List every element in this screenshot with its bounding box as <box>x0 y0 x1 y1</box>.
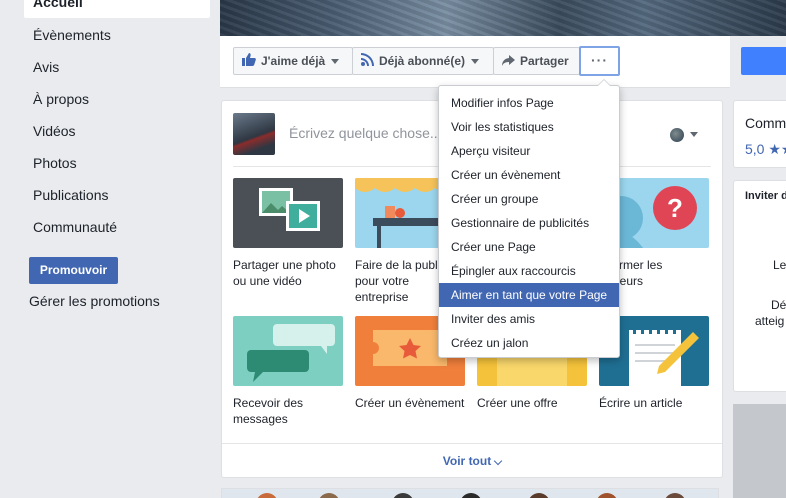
composer-input[interactable]: Écrivez quelque chose... <box>289 125 442 141</box>
like-label: J'aime déjà <box>261 54 326 68</box>
chevron-down-icon <box>690 132 698 137</box>
cover-photo <box>220 0 786 36</box>
invite-card: Inviter d Le Dé atteig <box>733 180 786 392</box>
subscribe-button[interactable]: Déjà abonné(e) <box>352 47 494 75</box>
tile-label: Créer un évènement <box>355 396 465 410</box>
menu-item-invite-friends[interactable]: Inviter des amis <box>439 307 619 331</box>
more-options-menu: Modifier infos Page Voir les statistique… <box>438 79 620 358</box>
share-label: Partager <box>520 54 569 68</box>
like-button[interactable]: J'aime déjà <box>233 47 353 75</box>
avatar <box>528 493 550 498</box>
tile-share-photo-video[interactable]: Partager une photo ou une vidéo <box>233 178 343 289</box>
tile-label: Écrire un article <box>599 396 683 410</box>
page-avatar <box>233 113 275 155</box>
tile-receive-messages[interactable]: Recevoir des messages <box>233 316 343 427</box>
community-title: Comm <box>745 115 786 131</box>
next-card-preview <box>221 488 719 498</box>
sidebar-item-publications[interactable]: Publications <box>24 179 210 211</box>
see-all-link[interactable]: Voir tout <box>222 443 722 468</box>
community-card: Comm 5,0 ★★ <box>733 100 786 168</box>
page-sidebar: Accueil Évènements Avis À propos Vidéos … <box>0 0 220 498</box>
avatar-icon <box>670 128 684 142</box>
menu-item-edit-page-info[interactable]: Modifier infos Page <box>439 91 619 115</box>
more-options-button[interactable]: ··· <box>579 46 620 76</box>
sidebar-item-photos[interactable]: Photos <box>24 147 210 179</box>
avatar <box>460 493 482 498</box>
svg-text:?: ? <box>667 193 683 223</box>
menu-item-create-milestone[interactable]: Créez un jalon <box>439 331 619 355</box>
sidebar-item-evenements[interactable]: Évènements <box>24 19 210 51</box>
sidebar-item-accueil[interactable]: Accueil <box>24 0 210 18</box>
chevron-down-icon <box>493 456 503 466</box>
avatar <box>256 493 278 498</box>
invite-text: Le <box>773 258 786 272</box>
avatar <box>392 493 414 498</box>
menu-item-create-page[interactable]: Créer une Page <box>439 235 619 259</box>
rating-value[interactable]: 5,0 ★★ <box>745 141 786 158</box>
thumbs-up-icon <box>242 49 256 75</box>
subscribe-label: Déjà abonné(e) <box>379 54 466 68</box>
chevron-down-icon <box>331 59 340 65</box>
share-button[interactable]: Partager <box>493 47 580 75</box>
sidebar-item-videos[interactable]: Vidéos <box>24 115 210 147</box>
rss-icon <box>361 49 374 75</box>
see-all-label: Voir tout <box>442 454 492 468</box>
invite-text: atteig <box>755 314 785 328</box>
share-arrow-icon <box>502 49 515 75</box>
chat-bubbles-icon <box>233 316 343 386</box>
invite-text: Dé <box>771 298 786 312</box>
sidebar-item-a-propos[interactable]: À propos <box>24 83 210 115</box>
audience-selector[interactable] <box>670 127 702 143</box>
chevron-down-icon <box>471 59 480 65</box>
avatar <box>596 493 618 498</box>
photo-video-icon <box>233 178 343 248</box>
menu-item-ads-manager[interactable]: Gestionnaire de publicités <box>439 211 619 235</box>
menu-item-pin-shortcuts[interactable]: Épingler aux raccourcis <box>439 259 619 283</box>
menu-item-view-insights[interactable]: Voir les statistiques <box>439 115 619 139</box>
tile-label: Partager une photo ou une vidéo <box>233 258 336 288</box>
manage-promotions-link[interactable]: Gérer les promotions <box>29 293 160 309</box>
avatar <box>318 493 340 498</box>
avatar <box>664 493 686 498</box>
sidebar-item-avis[interactable]: Avis <box>24 51 210 83</box>
right-column-card <box>733 404 786 498</box>
page-action-bar: J'aime déjà Déjà abonné(e) Partager ··· <box>220 36 730 88</box>
menu-item-visitor-view[interactable]: Aperçu visiteur <box>439 139 619 163</box>
tile-label: Créer une offre <box>477 396 558 410</box>
primary-cta-button[interactable] <box>741 47 786 75</box>
menu-item-like-as-page[interactable]: Aimer en tant que votre Page <box>439 283 619 307</box>
tile-label: Recevoir des messages <box>233 396 304 426</box>
menu-item-create-event[interactable]: Créer un évènement <box>439 163 619 187</box>
invite-title: Inviter d <box>745 190 786 202</box>
menu-item-create-group[interactable]: Créer un groupe <box>439 187 619 211</box>
sidebar-item-communaute[interactable]: Communauté <box>24 211 210 243</box>
promote-button[interactable]: Promouvoir <box>29 257 118 284</box>
